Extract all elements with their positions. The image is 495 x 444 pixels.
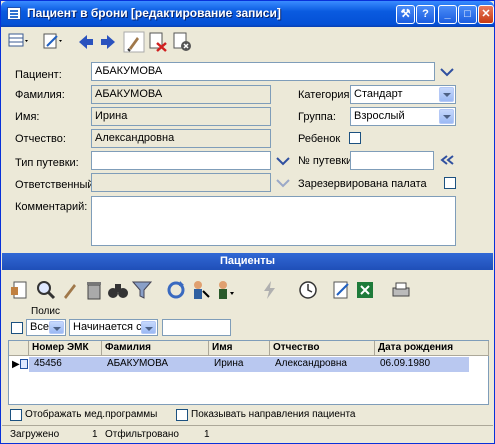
table-cell: Александровна [275,358,347,369]
category-select[interactable]: Стандарт [350,85,456,104]
refresh-icon[interactable] [165,279,187,301]
double-chevron-left-icon[interactable] [440,155,454,165]
filter-checkbox[interactable] [11,322,23,334]
current-row-pointer-icon: ▶ [12,359,20,370]
table-cell: 45456 [34,358,62,369]
patient-label: Пациент: [15,69,62,81]
title-bar: Пациент в брони [редактирование записи] … [1,1,494,27]
loaded-count: 1 [92,429,98,440]
show-directions-label: Показывать направления пациента [191,409,356,420]
patient-field[interactable]: АБАКУМОВА [91,62,435,81]
column-header[interactable]: Имя [209,341,270,356]
firstname-field[interactable]: Ирина [91,107,271,126]
column-header[interactable]: Фамилия [102,341,209,356]
dropdown-arrow-icon[interactable] [141,321,156,334]
category-value: Стандарт [354,88,403,100]
app-icon [7,7,21,20]
trash-icon[interactable] [83,279,105,301]
middlename-label: Отчество: [15,133,66,145]
filter-mode-value: Начинается с [73,321,142,333]
chevron-down-icon[interactable] [276,156,290,166]
dropdown-arrow-icon[interactable] [439,87,454,102]
grid-settings-icon[interactable] [7,31,29,53]
middlename-field[interactable]: Александровна [91,129,271,148]
maximize-button[interactable]: □ [458,5,477,24]
filter-scope-select[interactable]: Все [26,319,66,336]
window-title: Пациент в брони [редактирование записи] [27,6,281,20]
column-header[interactable]: Номер ЭМК [29,341,102,356]
clock-icon[interactable] [297,279,319,301]
patients-toolbar [5,277,425,303]
category-label: Категория: [298,89,353,101]
patients-section-header: Пациенты [2,253,493,270]
comment-label: Комментарий: [15,201,88,213]
child-checkbox[interactable] [349,132,361,144]
lightning-icon[interactable] [259,279,281,301]
excel-export-icon[interactable] [355,279,377,301]
room-reserved-checkbox[interactable] [444,177,456,189]
cancel-record-icon[interactable] [171,31,193,53]
brush-icon[interactable] [123,31,145,53]
record-icon [20,359,28,369]
lastname-field[interactable]: АБАКУМОВА [91,85,271,104]
dropdown-arrow-icon[interactable] [439,109,454,124]
group-select[interactable]: Взрослый [350,107,456,126]
new-document-icon[interactable] [9,279,31,301]
brush-icon[interactable] [59,279,81,301]
filter-icon[interactable] [131,279,153,301]
responsible-field[interactable] [91,173,271,192]
column-header[interactable]: Дата рождения [375,341,489,356]
row-indicator-header [9,341,29,356]
dialog-window: Пациент в брони [редактирование записи] … [0,0,495,444]
chevron-down-icon[interactable] [440,67,454,77]
trip-number-label: № путевки: [298,155,356,167]
user-menu-icon[interactable] [215,279,237,301]
trip-type-field[interactable] [91,151,271,170]
group-label: Группа: [298,111,336,123]
trip-type-label: Тип путевки: [15,157,79,169]
help-icon[interactable]: ? [416,5,435,24]
chevron-down-icon[interactable] [276,178,290,188]
tools-icon[interactable]: ⚒ [396,5,415,24]
search-icon[interactable] [35,279,57,301]
room-reserved-label: Зарезервирована палата [298,178,427,190]
filtered-label: Отфильтровано [105,429,179,440]
patients-grid: Номер ЭМК Фамилия Имя Отчество Дата рожд… [8,340,489,405]
arrow-left-icon[interactable] [75,31,97,53]
binoculars-icon[interactable] [107,279,129,301]
show-directions-checkbox[interactable] [176,409,188,421]
lastname-label: Фамилия: [15,89,65,101]
delete-record-icon[interactable] [147,31,169,53]
firstname-label: Имя: [15,111,40,123]
filter-field-label: Полис [31,306,60,317]
responsible-label: Ответственный: [15,179,97,191]
filter-scope-value: Все [30,321,49,333]
show-med-programs-checkbox[interactable] [10,409,22,421]
loaded-label: Загружено [10,429,60,440]
filtered-count: 1 [204,429,210,440]
filter-mode-select[interactable]: Начинается с [69,319,158,336]
trip-number-field[interactable] [350,151,434,170]
group-value: Взрослый [354,110,405,122]
filter-value-input[interactable] [162,319,231,336]
table-cell: 06.09.1980 [380,358,431,369]
close-button[interactable]: ✕ [478,5,494,24]
record-toolbar [3,29,243,55]
comment-field[interactable] [91,196,456,246]
table-cell: Ирина [214,358,244,369]
child-label: Ребенок [298,133,341,145]
table-cell: АБАКУМОВА [107,358,169,369]
edit-document-icon[interactable] [331,279,353,301]
show-med-programs-label: Отображать мед.программы [25,409,158,420]
arrow-right-icon[interactable] [97,31,119,53]
status-bar: Загружено 1 Отфильтровано 1 [2,425,493,443]
column-header[interactable]: Отчество [270,341,375,356]
minimize-button[interactable]: _ [438,5,457,24]
user-pointer-icon[interactable] [189,279,211,301]
dropdown-arrow-icon[interactable] [49,321,64,334]
edit-form-icon[interactable] [41,31,63,53]
print-icon[interactable] [391,279,413,301]
